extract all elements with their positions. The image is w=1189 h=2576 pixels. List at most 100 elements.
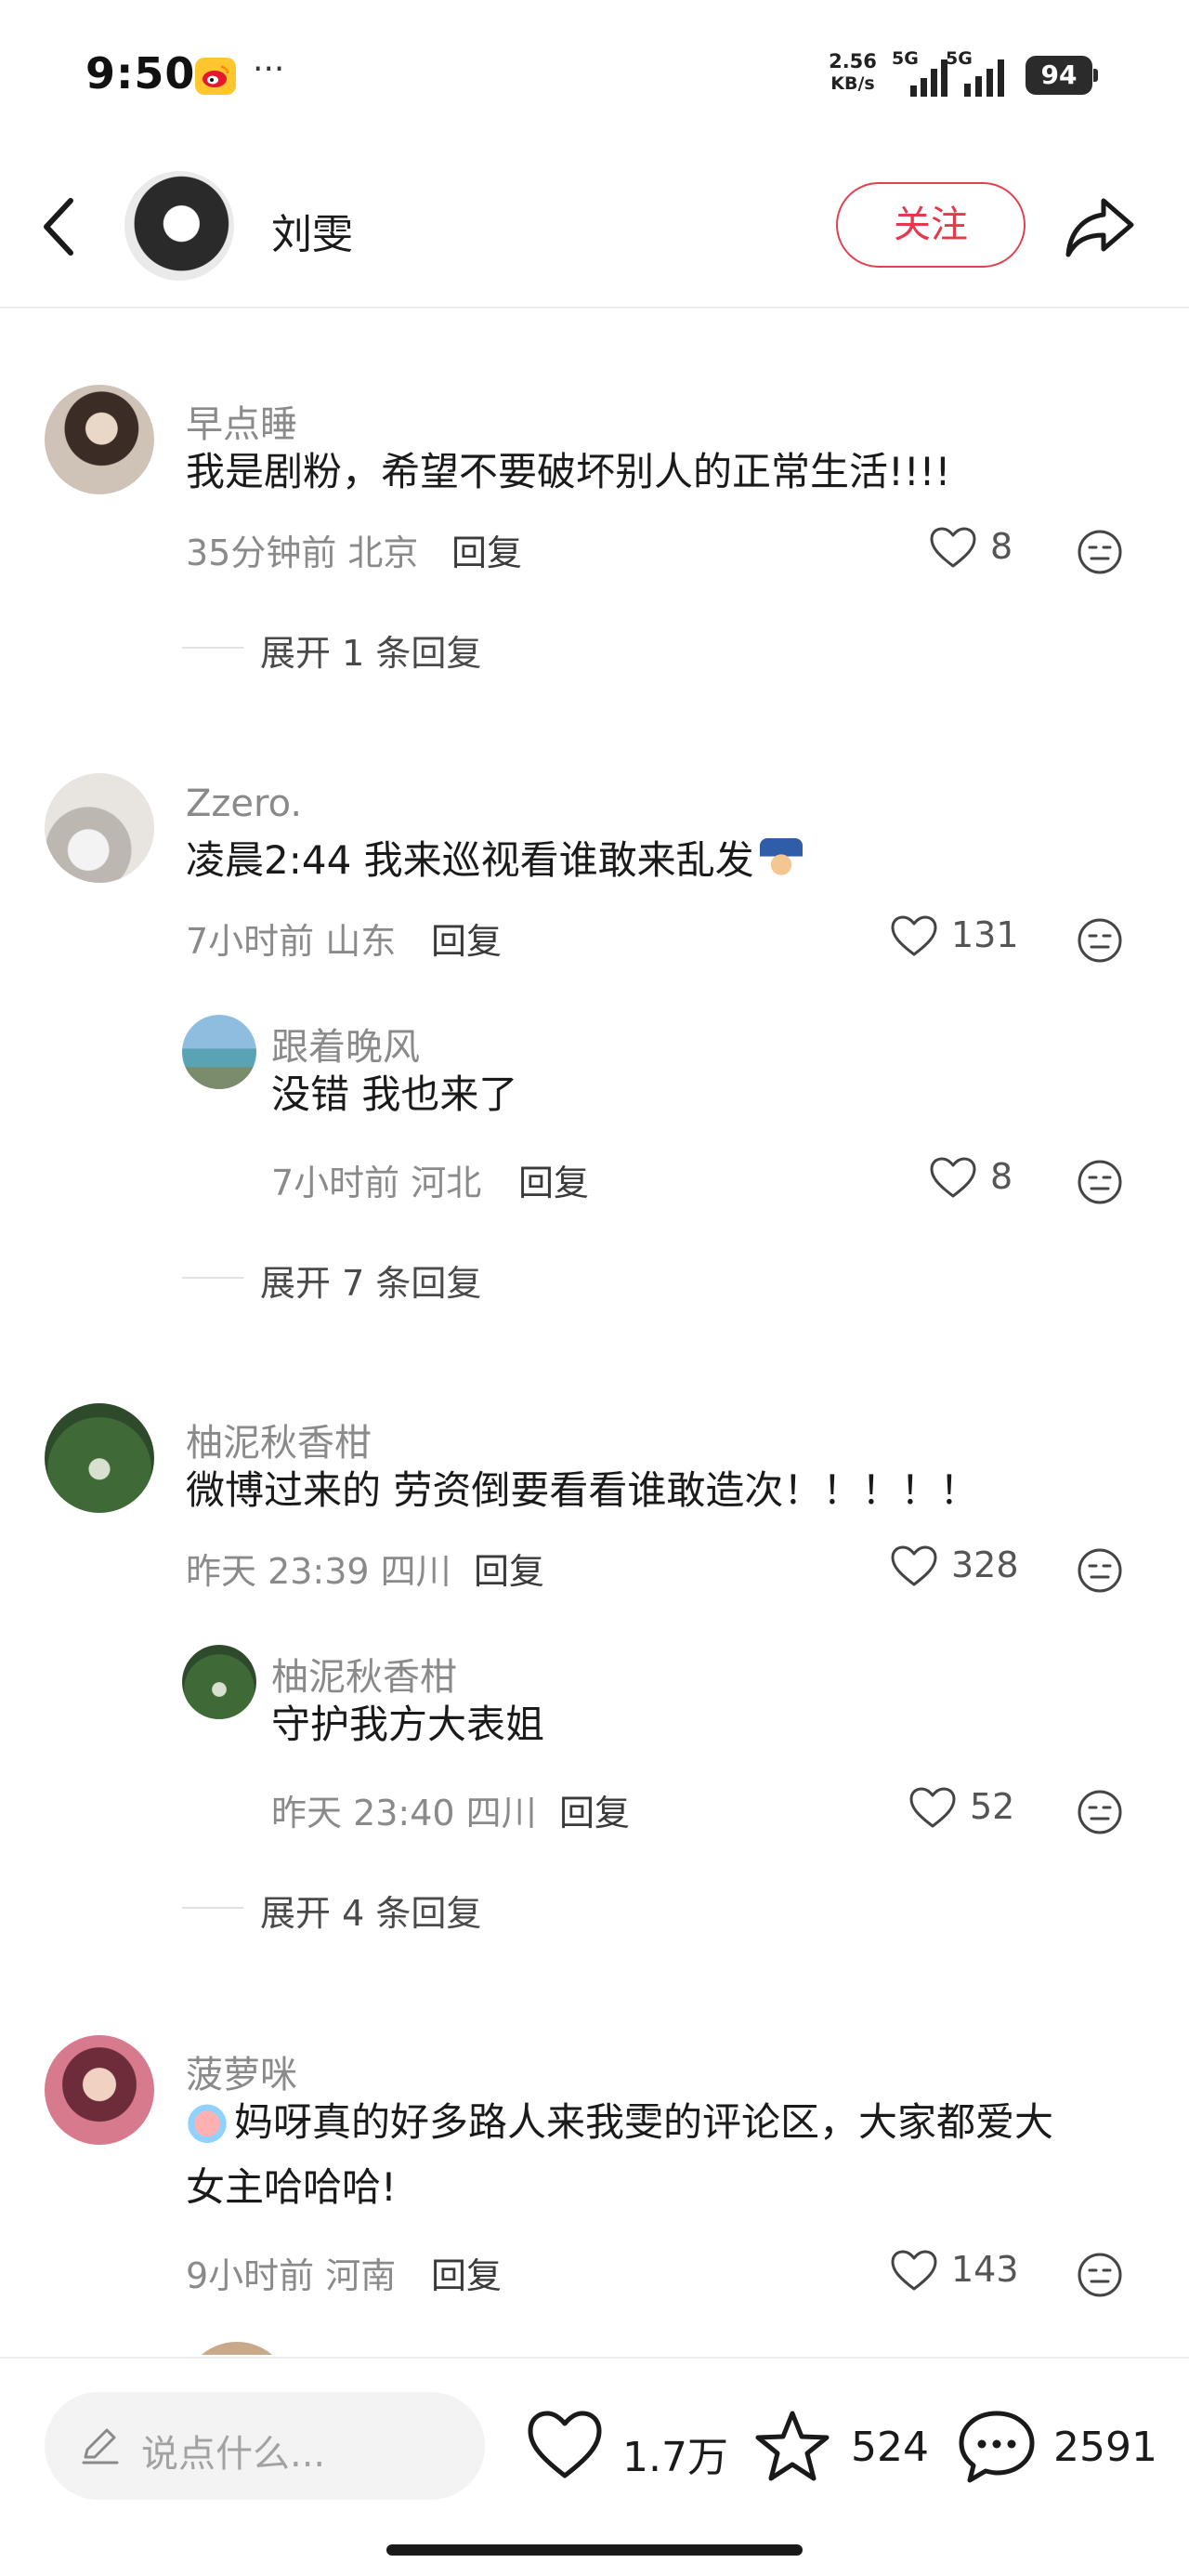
network-speed-unit: KB/s [830,73,875,94]
like-count: 143 [951,2249,1019,2290]
neutral-face-icon [1078,1160,1122,1204]
comment-text: 凌晨2:44 我来巡视看谁敢来乱发 [186,827,803,894]
like-count: 328 [951,1544,1019,1585]
neutral-face-icon [1078,1548,1122,1593]
reply-text: 没错 我也来了 [271,1071,518,1117]
post-like-count: 1.7万 [622,2434,728,2481]
more-notifications-icon: ··· [253,50,285,88]
like-button[interactable]: 328 [890,1539,1022,1595]
signal-2: 5G [946,48,1020,97]
favorite-button[interactable]: 524 [752,2396,929,2498]
reaction-button[interactable] [1076,1788,1124,1836]
star-outline-icon [755,2411,830,2481]
status-time: 9:50 [85,48,196,99]
comment-text-body: 凌晨2:44 我来巡视看谁敢来乱发 [186,837,754,883]
commenter-avatar[interactable] [45,773,154,883]
status-bar: 9:50 ··· 2.56 KB/s 5G 5G 94 [0,0,1189,149]
expand-replies-button[interactable]: 展开 1 条回复 [182,619,516,675]
reply-text: 守护我方大表姐 [271,1702,545,1747]
expand-replies-label: 展开 4 条回复 [260,1893,482,1934]
network-speed-value: 2.56 [829,50,877,72]
heart-outline-icon [930,1157,976,1198]
expand-replies-button[interactable]: 展开 7 条回复 [182,1249,516,1305]
share-arrow-icon [1065,198,1134,257]
commenter-name[interactable]: Zzero. [186,782,302,825]
neutral-face-icon [1078,530,1122,574]
crying-face-emoji-icon [186,2100,229,2143]
favorite-count: 524 [851,2424,929,2471]
reply-button[interactable]: 回复 [431,2247,502,2298]
like-count: 131 [951,914,1019,955]
like-button[interactable]: 8 [929,1150,1022,1206]
expand-replies-label: 展开 1 条回复 [260,633,482,674]
comment-text: 我是剧粉，希望不要破坏别人的正常生活!!!! [186,449,951,494]
reply-button[interactable]: 回复 [431,913,502,964]
expand-replies-button[interactable]: 展开 4 条回复 [182,1879,516,1935]
chevron-left-icon [44,198,73,256]
comment-list: 早点睡 我是剧粉，希望不要破坏别人的正常生活!!!! 35分钟前 北京 回复 8… [0,310,1189,2355]
comment-time-location: 9小时前 河南 [186,2255,397,2296]
reply-button[interactable]: 回复 [559,1784,630,1835]
heart-outline-icon [891,915,937,956]
like-button[interactable]: 143 [890,2243,1022,2299]
like-button[interactable]: 52 [908,1781,1022,1836]
reaction-button[interactable] [1076,1158,1124,1206]
reply-time-location: 7小时前 河北 [271,1163,482,1203]
battery-indicator: 94 [1026,56,1098,95]
reaction-button[interactable] [1076,1546,1124,1595]
home-indicator[interactable] [386,2544,803,2556]
heart-outline-icon [528,2411,602,2478]
network-speed: 2.56 KB/s [817,50,888,95]
heart-outline-icon [891,1545,937,1586]
comment-input[interactable]: 说点什么... [45,2392,485,2500]
comment-time-location: 7小时前 山东 [186,921,397,962]
follow-button[interactable]: 关注 [836,182,1026,268]
reply-avatar[interactable] [182,1015,256,1089]
neutral-face-icon [1078,1790,1122,1834]
heart-outline-icon [930,527,976,568]
neutral-face-icon [1078,2253,1122,2297]
neutral-face-icon [1078,918,1122,963]
like-post-button[interactable]: 1.7万 [526,2396,728,2498]
commenter-avatar[interactable] [182,2342,292,2355]
expand-divider [182,1277,243,1279]
weibo-notification-icon [195,58,236,95]
comment-text-line2: 女主哈哈哈! [186,2164,397,2210]
author-avatar[interactable] [124,171,234,281]
comment-text: 微博过来的 劳资倒要看看谁敢造次！！！！！ [186,1467,979,1513]
bottom-action-bar: 说点什么... 1.7万 524 2591 [0,2357,1189,2576]
comment-count-button[interactable]: 2591 [957,2396,1157,2498]
expand-divider [182,647,243,649]
commenter-avatar[interactable] [45,2035,154,2145]
police-officer-emoji-icon [759,838,803,881]
commenter-avatar[interactable] [45,1403,154,1513]
expand-replies-label: 展开 7 条回复 [260,1263,482,1304]
commenter-avatar[interactable] [45,385,154,494]
like-count: 8 [990,526,1013,567]
reply-button[interactable]: 回复 [518,1154,589,1205]
reply-time-location: 昨天 23:40 四川 [271,1793,537,1833]
back-button[interactable] [33,188,89,266]
comment-input-placeholder: 说点什么... [141,2433,326,2476]
pencil-icon [82,2428,119,2464]
reaction-button[interactable] [1076,528,1124,576]
heart-outline-icon [909,1787,956,1828]
share-button[interactable] [1063,193,1137,260]
signal-1: 5G [892,48,947,97]
comment-text: 妈呀真的好多路人来我雯的评论区，大家都爱大 [186,2089,1053,2156]
reaction-button[interactable] [1076,2251,1124,2299]
author-name[interactable]: 刘雯 [271,201,353,260]
reaction-button[interactable] [1076,916,1124,965]
like-button[interactable]: 8 [929,520,1022,576]
expand-divider [182,1907,243,1909]
speech-bubble-icon [959,2411,1035,2483]
top-nav-bar: 刘雯 关注 [0,149,1189,309]
reply-button[interactable]: 回复 [451,524,522,575]
cell-signal-icon [964,59,1004,97]
reply-avatar[interactable] [182,1645,256,1719]
heart-outline-icon [891,2250,937,2291]
comment-text-line1: 妈呀真的好多路人来我雯的评论区，大家都爱大 [234,2099,1054,2145]
comment-time-location: 35分钟前 北京 [186,532,419,573]
reply-button[interactable]: 回复 [474,1543,544,1594]
like-button[interactable]: 131 [890,909,1022,965]
